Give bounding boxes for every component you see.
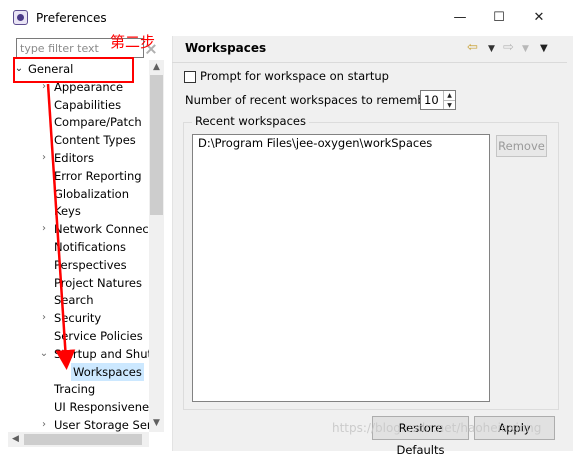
scroll-up-arrow-icon[interactable]: ▲: [149, 60, 164, 75]
chevron-right-icon[interactable]: ›: [39, 309, 49, 327]
window-title: Preferences: [36, 11, 107, 25]
tree-item-label: Compare/Patch: [54, 115, 142, 130]
tree-item-label: Capabilities: [54, 97, 122, 112]
back-history-dropdown-icon[interactable]: ▼: [488, 44, 495, 54]
list-item[interactable]: D:\Program Files\jee-oxygen\workSpaces: [198, 136, 432, 150]
tree-item-label: Error Reporting: [54, 168, 142, 183]
tree-item-label: Service Policies: [54, 329, 143, 343]
chevron-right-icon[interactable]: ›: [39, 220, 49, 238]
tree-item[interactable]: Workspaces: [10, 362, 151, 381]
forward-arrow-icon[interactable]: ⇨: [503, 40, 514, 55]
tree-item[interactable]: Globalization: [10, 185, 151, 203]
tree-item-label: Perspectives: [54, 257, 127, 272]
tree-item[interactable]: Keys: [10, 202, 151, 220]
tree-item-label: Project Natures: [54, 275, 142, 290]
forward-history-dropdown-icon[interactable]: ▼: [522, 44, 529, 54]
tree-item-label: Startup and Shutd: [54, 346, 151, 361]
tree-horizontal-scroll-thumb[interactable]: [24, 434, 142, 445]
scroll-left-arrow-icon[interactable]: ◀: [8, 432, 23, 447]
prompt-workspace-checkbox[interactable]: [184, 71, 196, 83]
tree-item[interactable]: › Network Connectio: [10, 220, 151, 238]
tree-item[interactable]: › Security: [10, 309, 151, 327]
tree-item[interactable]: Perspectives: [10, 256, 151, 274]
tree-item[interactable]: Search: [10, 291, 151, 309]
tree-vertical-scroll-thumb[interactable]: [150, 75, 163, 215]
tree-item-label: Search: [54, 293, 94, 308]
recent-workspaces-title: Recent workspaces: [192, 114, 309, 128]
spinner-down-icon[interactable]: ▼: [443, 100, 455, 109]
tree-item[interactable]: Service Policies: [10, 327, 151, 345]
tree-item-label: Workspaces: [71, 362, 144, 381]
tree-item[interactable]: Capabilities: [10, 96, 151, 114]
watermark: https://blog.csdn.net/haoheiaxiong: [332, 421, 542, 435]
annotation-highlight-box: [13, 57, 134, 83]
tree-item[interactable]: UI Responsiveness: [10, 398, 151, 416]
tree-item-label: Tracing: [54, 382, 96, 397]
annotation-step-label: 第二步: [110, 33, 156, 51]
view-menu-icon[interactable]: ▼: [540, 43, 548, 54]
tree-item-label: Notifications: [54, 240, 126, 254]
prompt-workspace-label[interactable]: Prompt for workspace on startup: [200, 69, 389, 83]
tree-item-label: Security: [54, 311, 102, 326]
tree-item-label: Network Connectio: [54, 222, 151, 237]
tree-item-label: Content Types: [54, 133, 136, 148]
recent-count-value[interactable]: 10: [424, 93, 439, 107]
chevron-right-icon[interactable]: ›: [39, 149, 49, 167]
tree-item-label: UI Responsiveness: [54, 400, 151, 415]
pane-sash[interactable]: [165, 36, 171, 451]
recent-workspaces-list[interactable]: [192, 134, 490, 402]
close-button[interactable]: ✕: [524, 6, 554, 30]
tree-item[interactable]: Notifications: [10, 238, 151, 256]
tree-item-label: Editors: [54, 151, 95, 165]
tree-item[interactable]: Compare/Patch: [10, 113, 151, 131]
tree-item[interactable]: Error Reporting: [10, 167, 151, 185]
tree-item[interactable]: ⌄ Startup and Shutd: [10, 345, 151, 363]
back-arrow-icon[interactable]: ⇦: [467, 40, 478, 55]
maximize-button[interactable]: ☐: [484, 6, 514, 30]
chevron-down-icon[interactable]: ⌄: [39, 345, 49, 363]
tree-item[interactable]: Content Types: [10, 131, 151, 149]
tree-item[interactable]: Tracing: [10, 380, 151, 398]
recent-count-label: Number of recent workspaces to remember:: [185, 93, 441, 107]
tree-item[interactable]: › Editors: [10, 149, 151, 167]
scroll-down-arrow-icon[interactable]: ▼: [149, 416, 164, 431]
minimize-button[interactable]: —: [445, 6, 475, 30]
spinner-up-icon[interactable]: ▲: [443, 91, 455, 100]
tree-item-label: Globalization: [54, 186, 129, 201]
remove-button[interactable]: Remove: [496, 135, 547, 157]
eclipse-app-icon: [13, 10, 28, 25]
tree-item-label: Keys: [54, 204, 81, 219]
preference-tree: ⌄ General › Appearance Capabilities Compare/P…: [10, 60, 151, 434]
heading-separator: [172, 62, 567, 63]
page-title: Workspaces: [185, 41, 267, 55]
tree-item[interactable]: Project Natures: [10, 274, 151, 292]
